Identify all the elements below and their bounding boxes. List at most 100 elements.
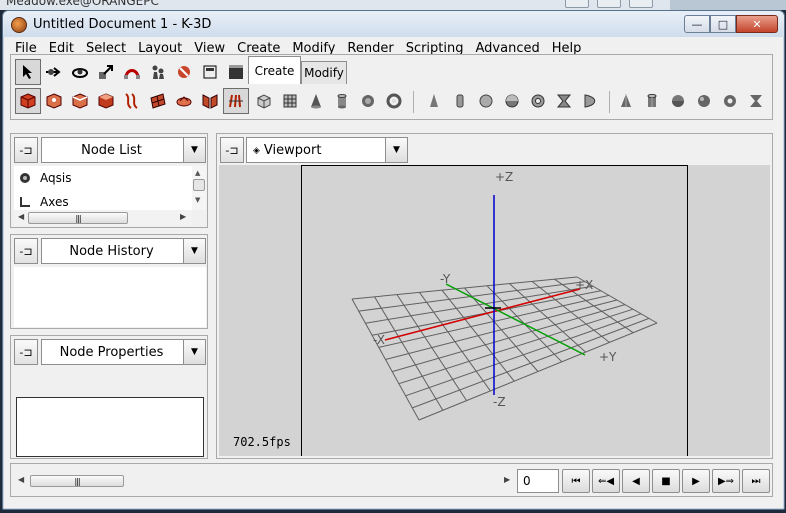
node-history-selector[interactable]: Node History ▼ xyxy=(41,238,206,264)
background-window-edge xyxy=(670,0,786,10)
poly-cylinder-icon[interactable] xyxy=(639,88,665,114)
node-list-scrollbar[interactable]: ▲ ▼ xyxy=(192,166,206,210)
node-list: Aqsis Axes ▲ ▼ xyxy=(14,166,206,210)
scroll-down-icon[interactable]: ▼ xyxy=(195,196,200,204)
poly-hyperboloid-icon[interactable] xyxy=(743,88,769,114)
scroll-left-icon[interactable]: ◀ xyxy=(18,475,24,484)
frame-number-input[interactable]: 0 xyxy=(517,469,559,493)
render-animation-icon[interactable] xyxy=(223,59,249,85)
chevron-down-icon[interactable]: ▼ xyxy=(183,138,205,162)
background-close-button[interactable] xyxy=(629,0,653,8)
node-list-hscroll[interactable]: ◀ ||| ▶ xyxy=(14,210,192,226)
chevron-down-icon[interactable]: ▼ xyxy=(183,340,205,364)
mesh-icon[interactable] xyxy=(197,88,223,114)
node-properties-selector[interactable]: Node Properties ▼ xyxy=(41,339,206,365)
cube-icon[interactable] xyxy=(251,88,277,114)
toolbox: Create Modify xyxy=(10,54,773,120)
loop-forward-icon[interactable]: ▶⇒ xyxy=(712,469,740,493)
list-item-label: Axes xyxy=(40,195,69,209)
last-frame-icon[interactable]: ⏭ xyxy=(742,469,770,493)
node-history-list xyxy=(14,267,206,327)
quadric-cylinder-icon[interactable] xyxy=(447,88,473,114)
scroll-right-icon[interactable]: ▶ xyxy=(180,212,186,221)
render-engine-icon xyxy=(18,171,32,185)
list-item[interactable]: Aqsis xyxy=(14,168,71,188)
quadric-torus-icon[interactable] xyxy=(525,88,551,114)
poly-sphere-icon[interactable] xyxy=(691,88,717,114)
maximize-button[interactable]: □ xyxy=(710,15,736,33)
play-icon[interactable]: ▶ xyxy=(682,469,710,493)
play-reverse-icon[interactable]: ◀ xyxy=(622,469,650,493)
torus-icon[interactable] xyxy=(381,88,407,114)
scroll-up-icon[interactable]: ▲ xyxy=(195,169,200,177)
loop-reverse-icon[interactable]: ⇐◀ xyxy=(592,469,620,493)
node-history-header: -⊐ Node History ▼ xyxy=(14,238,206,264)
toolbar-row-primitives-c xyxy=(613,88,769,114)
scrollbar-thumb[interactable]: ||| xyxy=(30,475,124,487)
rotate-tool-icon[interactable] xyxy=(67,59,93,85)
list-item-label: Aqsis xyxy=(40,171,72,185)
grid-icon[interactable] xyxy=(277,88,303,114)
scrollbar-thumb[interactable] xyxy=(193,179,205,191)
stop-icon[interactable]: ■ xyxy=(652,469,680,493)
poly-torus-icon[interactable] xyxy=(717,88,743,114)
3d-viewport[interactable]: +Z -Z +X -X +Y -Y 702.5fps xyxy=(219,165,770,456)
first-frame-icon[interactable]: ⏮ xyxy=(562,469,590,493)
axis-label-nx: -X xyxy=(373,333,385,347)
close-button[interactable]: ✕ xyxy=(736,15,778,33)
select-faces-icon[interactable] xyxy=(93,88,119,114)
background-minimize-button[interactable] xyxy=(565,0,589,8)
bone-icon[interactable] xyxy=(171,88,197,114)
scroll-left-icon[interactable]: ◀ xyxy=(18,212,24,221)
quadric-disk-icon[interactable] xyxy=(473,88,499,114)
curve-icon[interactable] xyxy=(119,88,145,114)
sculpt-icon[interactable] xyxy=(223,88,249,114)
toolbar-row-primitives-b xyxy=(421,88,603,114)
timeline-scrollbar[interactable]: ◀ ||| ▶ xyxy=(14,473,514,489)
cylinder-icon[interactable] xyxy=(329,88,355,114)
quadric-paraboloid-icon[interactable] xyxy=(577,88,603,114)
grid-line xyxy=(392,304,626,373)
select-points-icon[interactable] xyxy=(41,88,67,114)
toolbar-row-tools xyxy=(15,59,249,85)
chevron-down-icon[interactable]: ▼ xyxy=(183,239,205,263)
viewport-panel: -⊐ ◈ Viewport ▼ +Z -Z +X -X +Y -Y 702.5f… xyxy=(216,133,773,459)
patch-icon[interactable] xyxy=(145,88,171,114)
background-maximize-button[interactable] xyxy=(597,0,621,8)
cone-icon[interactable] xyxy=(303,88,329,114)
node-list-selector[interactable]: Node List ▼ xyxy=(41,137,206,163)
scrollbar-thumb[interactable]: ||| xyxy=(28,212,128,224)
tab-create[interactable]: Create xyxy=(248,56,301,84)
pin-icon[interactable]: -⊐ xyxy=(220,137,244,163)
minimize-button[interactable]: — xyxy=(684,15,710,33)
select-tool-icon[interactable] xyxy=(15,59,41,85)
k3d-app-icon xyxy=(11,17,27,33)
node-properties-header: -⊐ Node Properties ▼ xyxy=(14,339,206,365)
background-window-strip: Meadow.exe@ORANGEPC xyxy=(0,0,786,10)
move-tool-icon[interactable] xyxy=(41,59,67,85)
pin-icon[interactable]: -⊐ xyxy=(14,238,38,264)
quadric-hyperboloid-icon[interactable] xyxy=(551,88,577,114)
quadric-cone-icon[interactable] xyxy=(421,88,447,114)
poly-disk-icon[interactable] xyxy=(665,88,691,114)
chevron-down-icon[interactable]: ▼ xyxy=(385,138,407,162)
poly-cone-icon[interactable] xyxy=(613,88,639,114)
select-lines-icon[interactable] xyxy=(67,88,93,114)
select-nodes-icon[interactable] xyxy=(15,88,41,114)
toolbar-separator xyxy=(609,91,610,113)
disk-icon[interactable] xyxy=(355,88,381,114)
viewport-selector[interactable]: ◈ Viewport ▼ xyxy=(246,137,408,163)
parent-tool-icon[interactable] xyxy=(145,59,171,85)
scroll-right-icon[interactable]: ▶ xyxy=(504,475,510,484)
scale-tool-icon[interactable] xyxy=(93,59,119,85)
unparent-tool-icon[interactable] xyxy=(171,59,197,85)
tab-modify[interactable]: Modify xyxy=(301,61,347,84)
quadric-sphere-icon[interactable] xyxy=(499,88,525,114)
pin-icon[interactable]: -⊐ xyxy=(14,339,38,365)
window-controls: — □ ✕ xyxy=(684,15,778,33)
list-item[interactable]: Axes xyxy=(14,192,69,210)
axis-label-px: +X xyxy=(575,278,593,292)
pin-icon[interactable]: -⊐ xyxy=(14,137,38,163)
render-preview-icon[interactable] xyxy=(197,59,223,85)
snap-tool-icon[interactable] xyxy=(119,59,145,85)
